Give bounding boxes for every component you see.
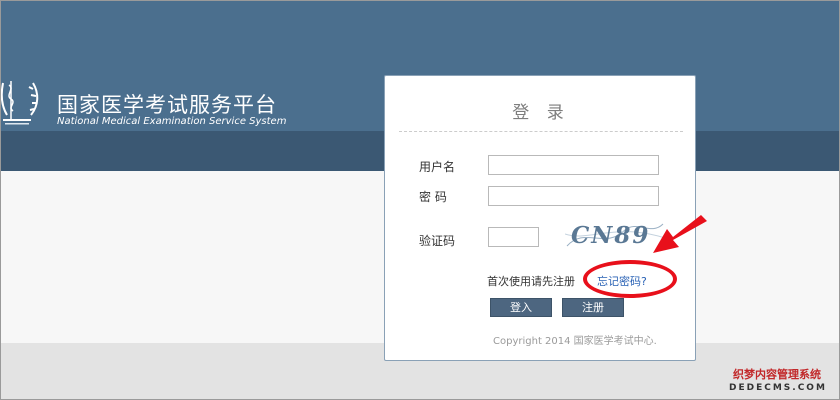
password-label: 密 码 <box>419 190 447 204</box>
annotation-circle <box>583 260 677 298</box>
watermark-en: DEDECMS.COM <box>729 383 827 393</box>
register-button[interactable]: 注册 <box>562 298 624 317</box>
captcha-image[interactable]: CN89 <box>565 216 665 252</box>
platform-title-en: National Medical Examination Service Sys… <box>57 116 287 127</box>
username-label: 用户名 <box>419 160 456 174</box>
login-panel: 登 录 用户名 密 码 验证码 CN89 首次使用请先注册 忘记密码? 登入 注… <box>384 75 696 361</box>
watermark-cn: 织梦内容管理系统 <box>733 368 821 381</box>
divider <box>399 131 683 132</box>
copyright-text: Copyright 2014 国家医学考试中心. <box>493 336 657 347</box>
caduceus-logo-icon <box>1 81 39 125</box>
password-input[interactable] <box>488 186 659 206</box>
page-frame: 国家医学考试服务平台 National Medical Examination … <box>0 0 840 400</box>
login-title: 登 录 <box>512 103 570 123</box>
captcha-text: CN89 <box>571 222 650 249</box>
captcha-label: 验证码 <box>419 234 456 248</box>
first-use-hint: 首次使用请先注册 <box>487 275 575 288</box>
platform-title-cn: 国家医学考试服务平台 <box>57 93 277 117</box>
captcha-input[interactable] <box>488 227 539 247</box>
username-input[interactable] <box>488 155 659 175</box>
login-button[interactable]: 登入 <box>490 298 552 317</box>
